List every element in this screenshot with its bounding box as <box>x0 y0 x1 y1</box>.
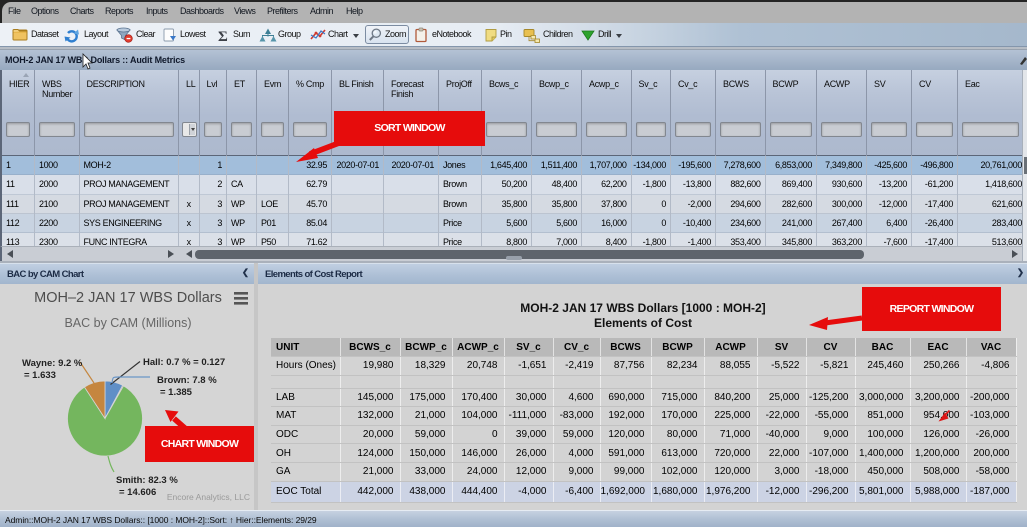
svg-text:Σ: Σ <box>218 29 228 45</box>
